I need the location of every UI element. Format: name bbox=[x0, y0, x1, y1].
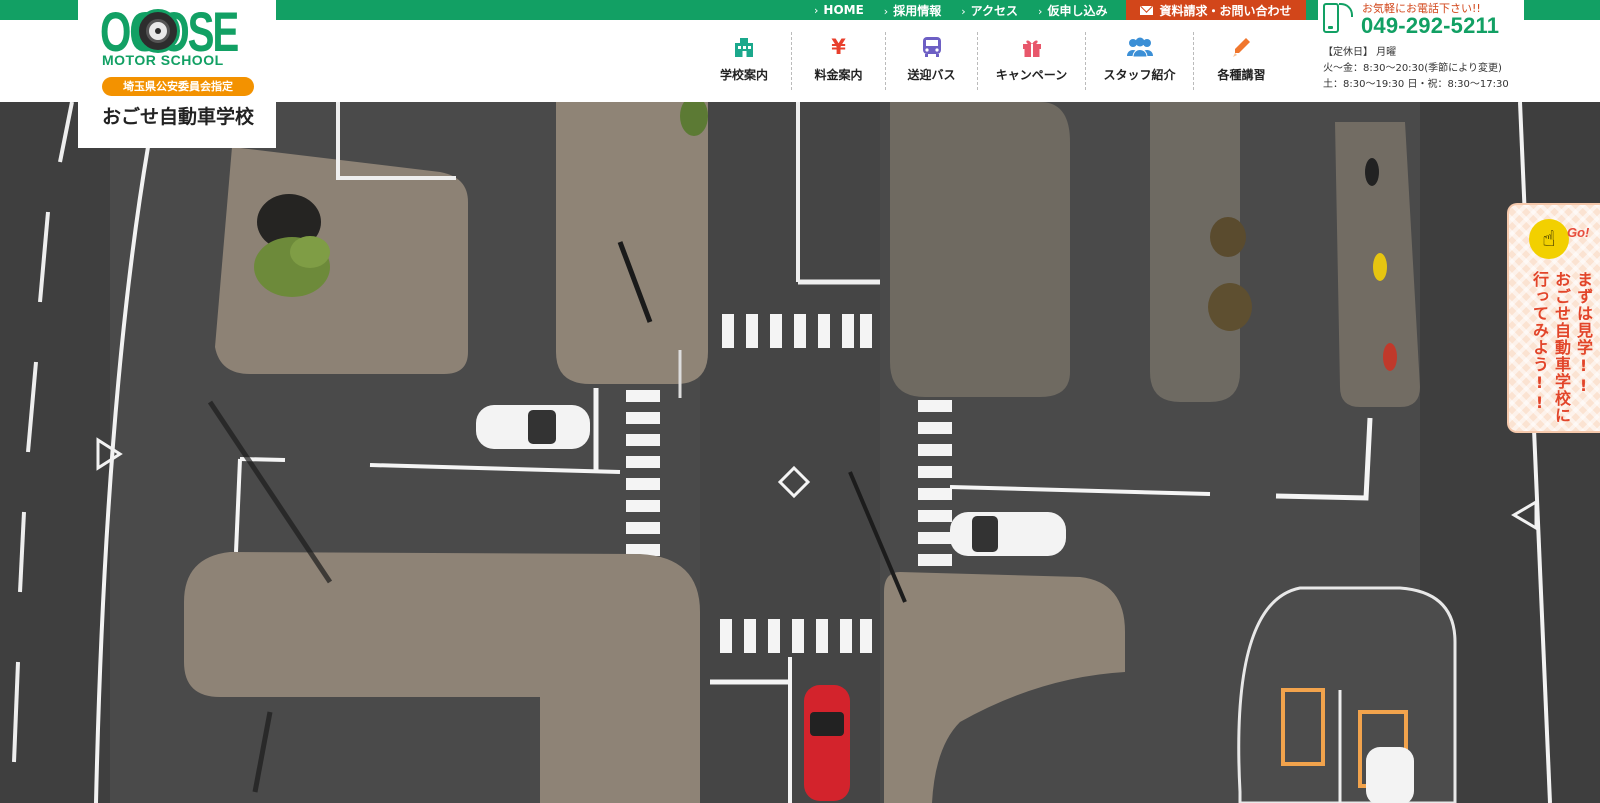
building-icon bbox=[697, 32, 791, 62]
site-logo[interactable]: OGOSE MOTOR SCHOOL 埼玉県公安委員会指定 おごせ自動車学校 bbox=[78, 0, 276, 148]
nav-campaign[interactable]: キャンペーン bbox=[977, 32, 1085, 90]
banner-line-1: まずは見学!! bbox=[1574, 271, 1593, 396]
top-nav-home-link[interactable]: › HOME bbox=[814, 3, 864, 17]
logo-certified-badge: 埼玉県公安委員会指定 bbox=[102, 77, 254, 96]
top-nav: › HOME › 採用情報 › アクセス › 仮申し込み bbox=[814, 0, 1127, 20]
top-nav-label: 採用情報 bbox=[893, 3, 942, 18]
contact-button[interactable]: 資料請求・お問い合わせ bbox=[1126, 0, 1306, 20]
nav-pricing[interactable]: ¥ 料金案内 bbox=[791, 32, 885, 90]
nav-label: 各種講習 bbox=[1217, 68, 1266, 82]
hero-aerial-image bbox=[0, 102, 1600, 803]
staff-icon bbox=[1086, 32, 1193, 62]
tour-banner[interactable]: ☝ Go! まずは見学!! おごせ自動車学校に 行ってみよう!! bbox=[1507, 203, 1600, 433]
page: › HOME › 採用情報 › アクセス › 仮申し込み 資料請求・お問い合わせ 学校案… bbox=[0, 0, 1600, 803]
yen-icon: ¥ bbox=[831, 35, 846, 59]
pointing-hand-icon: ☝ bbox=[1529, 219, 1569, 259]
banner-line-3: 行ってみよう!! bbox=[1530, 271, 1549, 413]
nav-label: 送迎バス bbox=[907, 68, 956, 82]
go-label: Go! bbox=[1567, 225, 1590, 240]
mail-icon bbox=[1140, 5, 1154, 15]
logo-subtitle: MOTOR SCHOOL bbox=[102, 52, 224, 68]
banner-line-2: おごせ自動車学校に bbox=[1552, 271, 1571, 424]
nav-school-info[interactable]: 学校案内 bbox=[697, 32, 791, 90]
nav-label: 学校案内 bbox=[719, 68, 768, 82]
chevron-right-icon: › bbox=[1038, 4, 1043, 18]
nav-shuttle-bus[interactable]: 送迎バス bbox=[885, 32, 977, 90]
gift-icon bbox=[978, 32, 1085, 62]
contact-button-label: 資料請求・お問い合わせ bbox=[1159, 3, 1292, 18]
main-nav: 学校案内 ¥ 料金案内 送迎バス キャンペーン スタッフ紹介 各種講習 bbox=[697, 32, 1289, 90]
nav-label: キャンペーン bbox=[995, 68, 1068, 82]
weekend-hours-text: 土：8:30～19:30 日・祝：8:30～17:30 bbox=[1323, 79, 1509, 90]
top-nav-label: 仮申し込み bbox=[1047, 3, 1108, 18]
chevron-right-icon: › bbox=[814, 4, 819, 17]
bus-icon bbox=[886, 32, 977, 62]
closed-day-text: 【定休日】 月曜 bbox=[1323, 47, 1397, 58]
smartphone-icon bbox=[1323, 3, 1339, 33]
weekday-hours-text: 火～金：8:30～20:30(季節により変更) bbox=[1323, 63, 1502, 74]
nav-label: スタッフ紹介 bbox=[1103, 68, 1176, 82]
logo-japanese-name: おごせ自動車学校 bbox=[102, 106, 255, 128]
nav-courses[interactable]: 各種講習 bbox=[1193, 32, 1289, 90]
top-nav-access-link[interactable]: › アクセス bbox=[961, 2, 1018, 19]
chevron-right-icon: › bbox=[961, 4, 966, 18]
phone-contact-block: お気軽にお電話下さい!! 049-292-5211 【定休日】 月曜 火～金：8… bbox=[1318, 0, 1524, 102]
top-nav-apply-link[interactable]: › 仮申し込み bbox=[1038, 2, 1107, 19]
phone-number-link[interactable]: 049-292-5211 bbox=[1361, 13, 1499, 39]
pencil-icon bbox=[1194, 32, 1289, 62]
wheel-icon bbox=[136, 9, 180, 53]
top-nav-label: アクセス bbox=[970, 3, 1019, 18]
signal-icon bbox=[1339, 3, 1353, 17]
top-nav-recruit-link[interactable]: › 採用情報 bbox=[884, 2, 941, 19]
nav-label: 料金案内 bbox=[814, 68, 863, 82]
driving-course-aerial-photo bbox=[0, 102, 1600, 803]
top-nav-label: HOME bbox=[823, 3, 864, 17]
chevron-right-icon: › bbox=[883, 4, 889, 18]
nav-staff[interactable]: スタッフ紹介 bbox=[1085, 32, 1193, 90]
